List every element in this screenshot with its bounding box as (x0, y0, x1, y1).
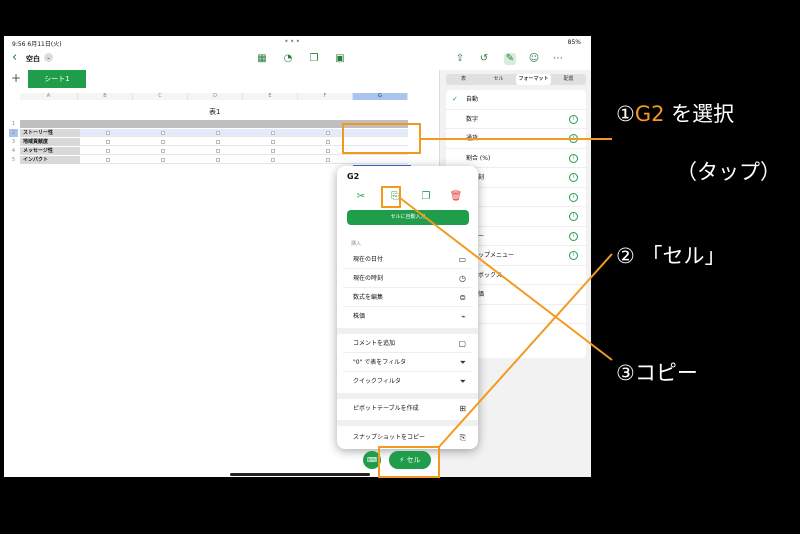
annotation-step1: ①G2 を選択 (616, 102, 735, 126)
annotation-step1-tap: （タップ） (676, 160, 781, 184)
line-step2 (437, 253, 613, 449)
annotation-step2: ② 「セル」 (616, 244, 726, 268)
line-step3 (399, 197, 613, 361)
screenshot-canvas: 9:56 6月11日(火) ••• 85% ‹ 空白 ⌄ ▦ ◔ ❐ ▣ ⇪ ↺… (0, 0, 800, 534)
annotation-step3: ③コピー (616, 361, 698, 385)
